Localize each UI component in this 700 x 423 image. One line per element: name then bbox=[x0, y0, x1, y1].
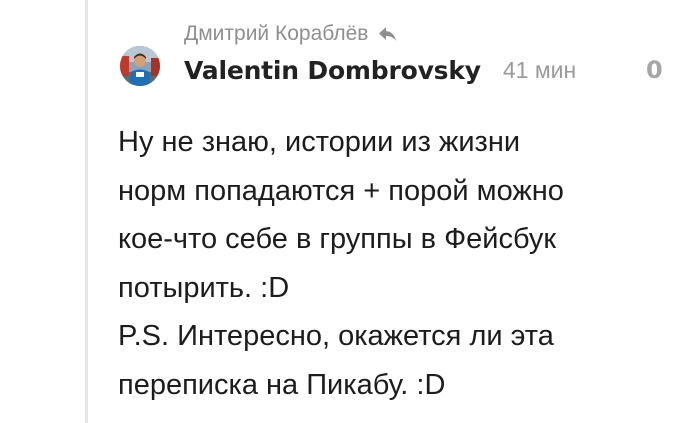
comment-text-line: норм попадаются + порой можно bbox=[118, 174, 564, 207]
comment-text-line: P.S. Интересно, окажется ли эта bbox=[118, 320, 554, 352]
comment-time[interactable]: 41 мин bbox=[503, 57, 576, 84]
reply-arrow-icon bbox=[378, 25, 398, 43]
comment-text-line: Ну не знаю, истории из жизни bbox=[118, 126, 521, 158]
comment-header: Valentin Dombrovsky 41 мин bbox=[184, 52, 576, 88]
author-name[interactable]: Valentin Dombrovsky bbox=[184, 56, 481, 85]
comment-text-line: переписка на Пикабу. :D bbox=[118, 368, 446, 401]
reply-to-name[interactable]: Дмитрий Кораблёв bbox=[184, 22, 368, 46]
comment-rating: 0 bbox=[646, 56, 663, 84]
comment-text-line: кое-что себе в группы в Фейсбук bbox=[118, 223, 557, 255]
avatar[interactable] bbox=[120, 46, 160, 86]
reply-to-link[interactable]: Дмитрий Кораблёв bbox=[184, 20, 398, 48]
thread-indent-line[interactable] bbox=[85, 0, 88, 423]
comment-text-line: потырить. :D bbox=[118, 271, 290, 304]
comment-text: Ну не знаю, истории из жизни норм попада… bbox=[118, 118, 678, 409]
comment-container: Дмитрий Кораблёв Valentin Dombrovsky 41 … bbox=[0, 0, 700, 423]
